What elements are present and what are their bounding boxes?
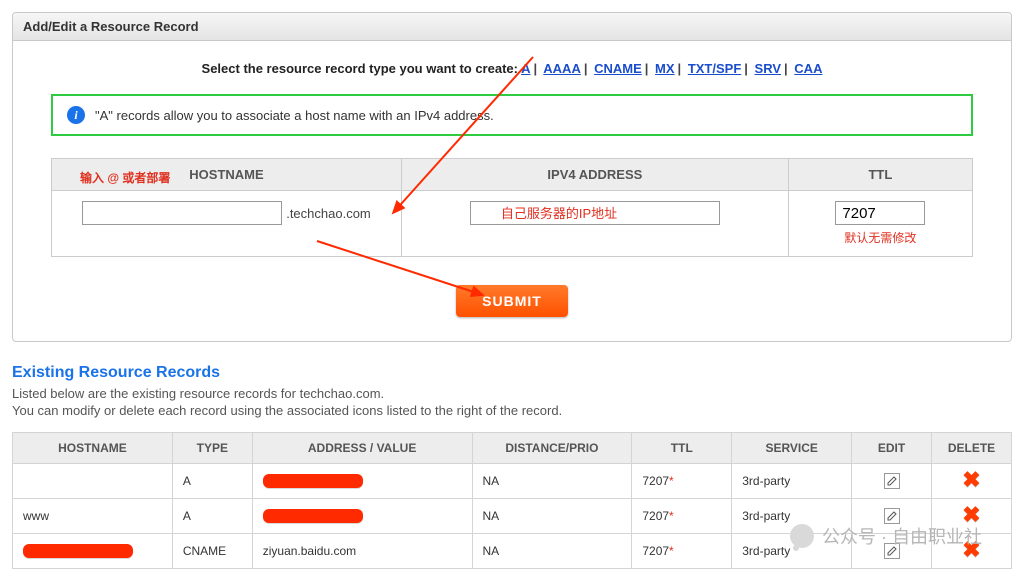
type-link-mx[interactable]: MX (655, 61, 675, 76)
type-select-label: Select the resource record type you want… (202, 61, 518, 76)
table-row: wwwANA7207*3rd-party✖ (13, 499, 1012, 534)
type-link-aaaa[interactable]: AAAA (543, 61, 581, 76)
col-ttl: TTL (632, 433, 732, 464)
type-link-caa[interactable]: CAA (794, 61, 822, 76)
delete-icon[interactable]: ✖ (962, 537, 980, 562)
submit-button[interactable]: SUBMIT (456, 285, 568, 317)
existing-line2: You can modify or delete each record usi… (12, 403, 1012, 418)
edit-icon[interactable] (884, 473, 900, 489)
table-row: ANA7207*3rd-party✖ (13, 464, 1012, 499)
existing-heading: Existing Resource Records (12, 364, 1012, 382)
type-link-txtspf[interactable]: TXT/SPF (688, 61, 741, 76)
th-hostname: HOSTNAME (189, 167, 263, 182)
info-icon: i (67, 106, 85, 124)
info-box: i "A" records allow you to associate a h… (51, 94, 973, 136)
ipv4-input[interactable] (470, 201, 720, 225)
panel-body: Select the resource record type you want… (13, 41, 1011, 341)
edit-icon[interactable] (884, 508, 900, 524)
col-hostname: HOSTNAME (13, 433, 173, 464)
record-type-selector: Select the resource record type you want… (33, 61, 991, 76)
ttl-hint: 默认无需修改 (799, 229, 962, 246)
domain-suffix: .techchao.com (286, 206, 371, 221)
col-distance: DISTANCE/PRIO (472, 433, 632, 464)
add-edit-panel: Add/Edit a Resource Record Select the re… (12, 12, 1012, 342)
existing-line1: Listed below are the existing resource r… (12, 386, 1012, 401)
panel-title: Add/Edit a Resource Record (13, 13, 1011, 41)
page-container: Add/Edit a Resource Record Select the re… (12, 12, 1012, 569)
edit-icon[interactable] (884, 543, 900, 559)
type-link-a[interactable]: A (521, 61, 530, 76)
existing-records-section: Existing Resource Records Listed below a… (12, 364, 1012, 569)
hostname-input[interactable] (82, 201, 282, 225)
th-ipv4: IPV4 ADDRESS (547, 167, 642, 182)
col-type: TYPE (172, 433, 252, 464)
hostname-hint: 输入 @ 或者部署 (80, 169, 170, 186)
th-ttl: TTL (868, 167, 892, 182)
ttl-input[interactable] (835, 201, 925, 225)
records-table: HOSTNAME TYPE ADDRESS / VALUE DISTANCE/P… (12, 432, 1012, 569)
delete-icon[interactable]: ✖ (962, 502, 980, 527)
type-link-cname[interactable]: CNAME (594, 61, 642, 76)
col-edit: EDIT (852, 433, 932, 464)
record-form-table: 输入 @ 或者部署 HOSTNAME IPV4 ADDRESS TTL .tec… (51, 158, 973, 257)
table-row: CNAMEziyuan.baidu.comNA7207*3rd-party✖ (13, 534, 1012, 569)
type-link-srv[interactable]: SRV (755, 61, 782, 76)
col-delete: DELETE (932, 433, 1012, 464)
delete-icon[interactable]: ✖ (962, 467, 980, 492)
info-text: "A" records allow you to associate a hos… (95, 108, 494, 123)
col-address: ADDRESS / VALUE (252, 433, 472, 464)
col-service: SERVICE (732, 433, 852, 464)
